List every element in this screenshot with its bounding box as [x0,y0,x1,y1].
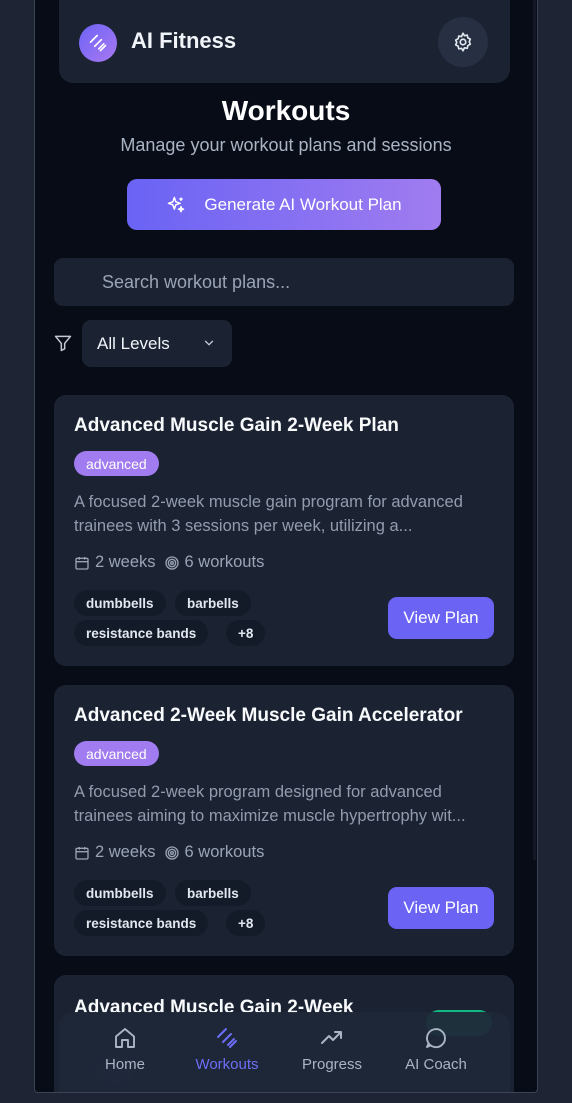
duration-text: 2 weeks [95,553,156,571]
plan-description-line: trainees aiming to maximize muscle hyper… [74,807,466,825]
equipment-tag: resistance bands [74,620,209,646]
search-field[interactable] [54,258,514,306]
plan-meta: 2 weeks 6 workouts [74,553,264,572]
equipment-tag: barbells [175,590,251,616]
generate-button-label: Generate AI Workout Plan [204,194,402,214]
equipment-tag: barbells [175,880,251,906]
calendar-icon [75,556,89,570]
view-plan-button[interactable]: View Plan [388,597,494,639]
plan-title: Advanced 2-Week Muscle Gain Accelerator [74,705,463,726]
view-plan-button[interactable]: View Plan [388,887,494,929]
app-header: AI Fitness [59,0,510,83]
workout-plan-card[interactable]: Advanced 2-Week Muscle Gain Accelerator … [54,685,514,956]
nav-label: Workouts [195,1056,259,1073]
nav-item-home[interactable]: Home [75,1026,175,1073]
more-tags-badge: +8 [226,620,266,646]
page-title: Workouts [221,95,351,126]
nav-item-ai-coach[interactable]: AI Coach [386,1026,486,1073]
equipment-tag: dumbbells [74,880,166,906]
workouts-meta: 6 workouts [164,553,265,572]
level-badge: advanced [74,741,159,766]
app-title: AI Fitness [131,28,237,53]
plan-meta: 2 weeks 6 workouts [74,843,264,862]
nav-item-progress[interactable]: Progress [282,1026,382,1073]
plan-title: Advanced Muscle Gain 2-Week Plan [74,415,399,436]
nav-label: AI Coach [405,1056,467,1073]
nav-label: Progress [301,1056,363,1073]
more-tags-badge: +8 [226,910,266,936]
calendar-icon [75,846,89,860]
app-viewport: AI Fitness Workouts Manage your workout … [34,0,538,1093]
nav-item-workouts[interactable]: Workouts [177,1026,277,1073]
plan-description-line: A focused 2-week muscle gain program for… [74,493,463,511]
workouts-count: 6 workouts [184,843,265,861]
plan-description: A focused 2-week program designed for ad… [74,780,499,828]
chat-icon [426,1028,446,1049]
target-icon [164,555,179,570]
trending-up-icon [321,1031,342,1044]
dumbbell-icon [217,1028,237,1048]
generate-ai-plan-button[interactable]: Generate AI Workout Plan [127,179,441,230]
app-logo [79,24,117,62]
filter-icon [54,335,72,352]
chevron-down-icon [204,340,214,346]
page-subtitle: Manage your workout plans and sessions [120,135,452,155]
equipment-tag: dumbbells [74,590,166,616]
plan-description-line: trainees with 3 sessions per week, utili… [74,517,413,535]
sparkles-icon [168,196,185,212]
target-icon [164,845,179,860]
workouts-count: 6 workouts [184,553,265,571]
duration-meta: 2 weeks [74,553,156,572]
bottom-navigation: Home Workouts Progress AI Coach [59,1012,510,1092]
gear-icon [454,32,472,52]
scrollbar[interactable] [533,0,536,860]
plan-description-line: A focused 2-week program designed for ad… [74,783,442,801]
duration-meta: 2 weeks [74,843,156,862]
level-filter-value: All Levels [97,333,170,353]
home-icon [115,1028,135,1048]
duration-text: 2 weeks [95,843,156,861]
workout-plan-card[interactable]: Advanced Muscle Gain 2-Week Plan advance… [54,395,514,666]
dumbbell-icon [89,34,107,52]
search-input[interactable] [102,271,482,293]
plan-description: A focused 2-week muscle gain program for… [74,490,499,538]
workouts-meta: 6 workouts [164,843,265,862]
nav-label: Home [104,1056,145,1073]
level-badge: advanced [74,451,159,476]
level-filter-select[interactable]: All Levels [82,320,232,367]
settings-button[interactable] [438,17,488,67]
equipment-tag: resistance bands [74,910,209,936]
